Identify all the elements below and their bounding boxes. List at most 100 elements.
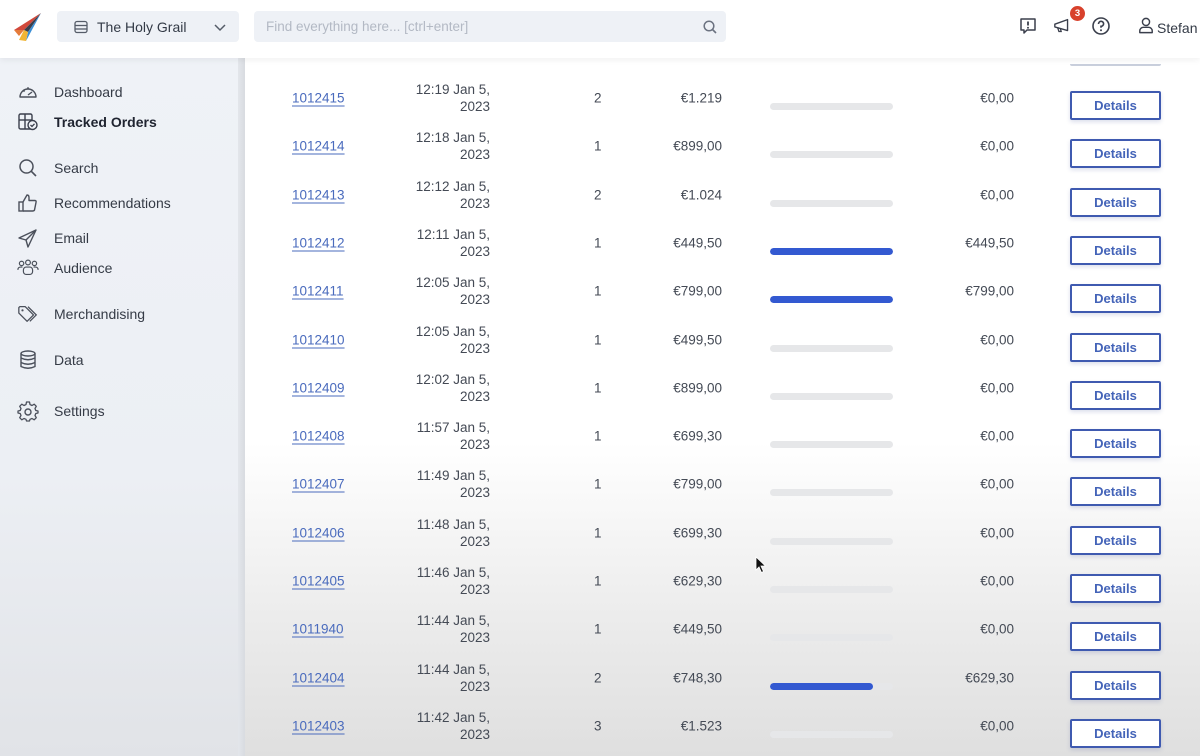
table-row: 1012404 11:44 Jan 5, 2023 2 €748,30 €629,30 De… [245, 651, 1200, 700]
sidebar: Dashboard Tracked Orders Search Recommen… [0, 58, 238, 756]
sidebar-item-search[interactable]: Search [17, 157, 98, 179]
sidebar-item-data[interactable]: Data [17, 349, 84, 371]
details-button[interactable]: Details [1070, 235, 1161, 265]
details-button[interactable]: Details [1070, 139, 1161, 169]
order-time: 11:49 Jan 5, [416, 468, 490, 484]
order-id-link[interactable]: 1012411 [292, 284, 344, 299]
order-date: 12:02 Jan 5, 2023 [416, 371, 490, 405]
attribution-progress-bar [770, 247, 893, 255]
order-id-link[interactable]: 1012413 [292, 187, 345, 202]
send-icon [17, 227, 39, 249]
order-year: 2023 [459, 582, 490, 597]
order-id-link[interactable]: 1012412 [292, 235, 345, 250]
order-time: 11:44 Jan 5, [416, 661, 490, 677]
order-id-link[interactable]: 1012410 [292, 332, 345, 347]
order-id-link[interactable]: 1012415 [292, 91, 345, 106]
order-year: 2023 [459, 147, 490, 163]
order-total: €1.024 [680, 187, 722, 203]
order-date: 11:46 Jan 5, 2023 [417, 564, 490, 598]
sidebar-item-label: Recommendations [54, 195, 171, 211]
paper-plane-logo[interactable] [10, 10, 44, 44]
order-year: 2023 [459, 99, 490, 114]
sidebar-item-label: Audience [54, 260, 113, 276]
order-id-link[interactable]: 1012408 [292, 429, 345, 444]
order-quantity: 1 [594, 138, 602, 154]
search-icon[interactable] [702, 19, 718, 35]
attributed-revenue: €0,00 [980, 380, 1014, 396]
order-id-link[interactable]: 1012409 [292, 380, 345, 395]
search-input[interactable] [266, 19, 702, 34]
order-quantity: 1 [594, 380, 602, 396]
sidebar-item-settings[interactable]: Settings [17, 400, 105, 422]
order-date: 12:18 Jan 5, 2023 [416, 129, 490, 163]
tags-icon [17, 303, 39, 325]
details-button[interactable]: Details [1070, 380, 1161, 410]
details-button[interactable]: Details [1070, 91, 1161, 120]
store-selector[interactable]: The Holy Grail [57, 11, 239, 42]
attribution-progress-bar [770, 441, 893, 449]
feedback-icon[interactable] [1018, 16, 1038, 36]
order-quantity: 2 [594, 90, 602, 106]
order-year: 2023 [459, 340, 490, 356]
order-date: 12:12 Jan 5, 2023 [416, 178, 490, 212]
top-bar: The Holy Grail 3 Stefan [0, 0, 1200, 58]
order-time: 12:02 Jan 5, [415, 371, 490, 387]
attribution-progress-bar [770, 199, 893, 207]
sidebar-item-dashboard[interactable]: Dashboard [17, 81, 123, 103]
sidebar-item-tracked-orders[interactable]: Tracked Orders [17, 111, 157, 133]
details-button[interactable]: Details [1070, 332, 1161, 362]
table-row: 1012412 12:11 Jan 5, 2023 1 €449,50 €449,50 De… [245, 216, 1200, 265]
order-quantity: 1 [594, 283, 602, 299]
announcement-icon[interactable] [1053, 16, 1073, 36]
attributed-revenue: €0,00 [980, 332, 1014, 347]
order-year: 2023 [459, 388, 490, 404]
notification-badge: 3 [1070, 6, 1085, 21]
details-button[interactable]: Details [1070, 718, 1161, 748]
user-menu[interactable]: Stefan [1138, 16, 1197, 40]
sidebar-item-merchandising[interactable]: Merchandising [17, 303, 145, 325]
order-year: 2023 [459, 678, 490, 694]
attribution-progress-bar [770, 489, 893, 497]
order-id-link[interactable]: 1012407 [292, 477, 345, 492]
sidebar-item-audience[interactable]: Audience [17, 257, 112, 279]
order-total: €899,00 [673, 380, 722, 396]
order-date: 11:44 Jan 5, 2023 [417, 612, 490, 646]
tracked-orders-icon [17, 111, 39, 133]
order-id-link[interactable]: 1012404 [292, 670, 345, 685]
order-id-link[interactable]: 1011940 [292, 622, 344, 637]
order-quantity: 3 [594, 718, 602, 734]
global-search [254, 11, 726, 42]
audience-icon [17, 257, 39, 279]
sidebar-item-email[interactable]: Email [17, 227, 89, 249]
details-button[interactable]: Details [1070, 429, 1161, 459]
details-button[interactable]: Details [1070, 670, 1161, 700]
order-id-link[interactable]: 1012403 [292, 718, 345, 733]
details-button[interactable]: Details [1070, 477, 1161, 507]
order-total: €499,50 [673, 332, 722, 347]
order-id-link[interactable]: 1012405 [292, 574, 345, 589]
order-date: 11:57 Jan 5, 2023 [417, 419, 490, 453]
details-button[interactable]: Details [1070, 574, 1161, 603]
dashboard-icon [17, 81, 39, 103]
attributed-revenue: €0,00 [980, 138, 1014, 154]
order-quantity: 2 [594, 670, 602, 686]
help-icon[interactable] [1091, 16, 1111, 36]
order-total: €799,00 [673, 476, 722, 492]
order-time: 12:19 Jan 5, [415, 82, 490, 97]
store-icon [73, 19, 89, 35]
order-total: €899,00 [673, 138, 722, 154]
details-button[interactable]: Details [1070, 187, 1161, 217]
user-icon [1138, 16, 1154, 40]
details-button[interactable]: Details [1070, 525, 1161, 555]
order-id-link[interactable]: 1012406 [292, 525, 345, 540]
order-id-link[interactable]: 1012414 [292, 139, 345, 154]
details-button[interactable]: Details [1070, 284, 1161, 314]
order-quantity: 1 [594, 621, 602, 637]
search-icon [17, 157, 39, 179]
details-button[interactable]: Details [1070, 622, 1161, 652]
attributed-revenue: €0,00 [980, 428, 1014, 444]
sidebar-item-recommendations[interactable]: Recommendations [17, 192, 171, 214]
details-button-partial[interactable] [1070, 58, 1161, 66]
attributed-revenue: €0,00 [980, 525, 1014, 541]
order-total: €748,30 [673, 670, 722, 686]
